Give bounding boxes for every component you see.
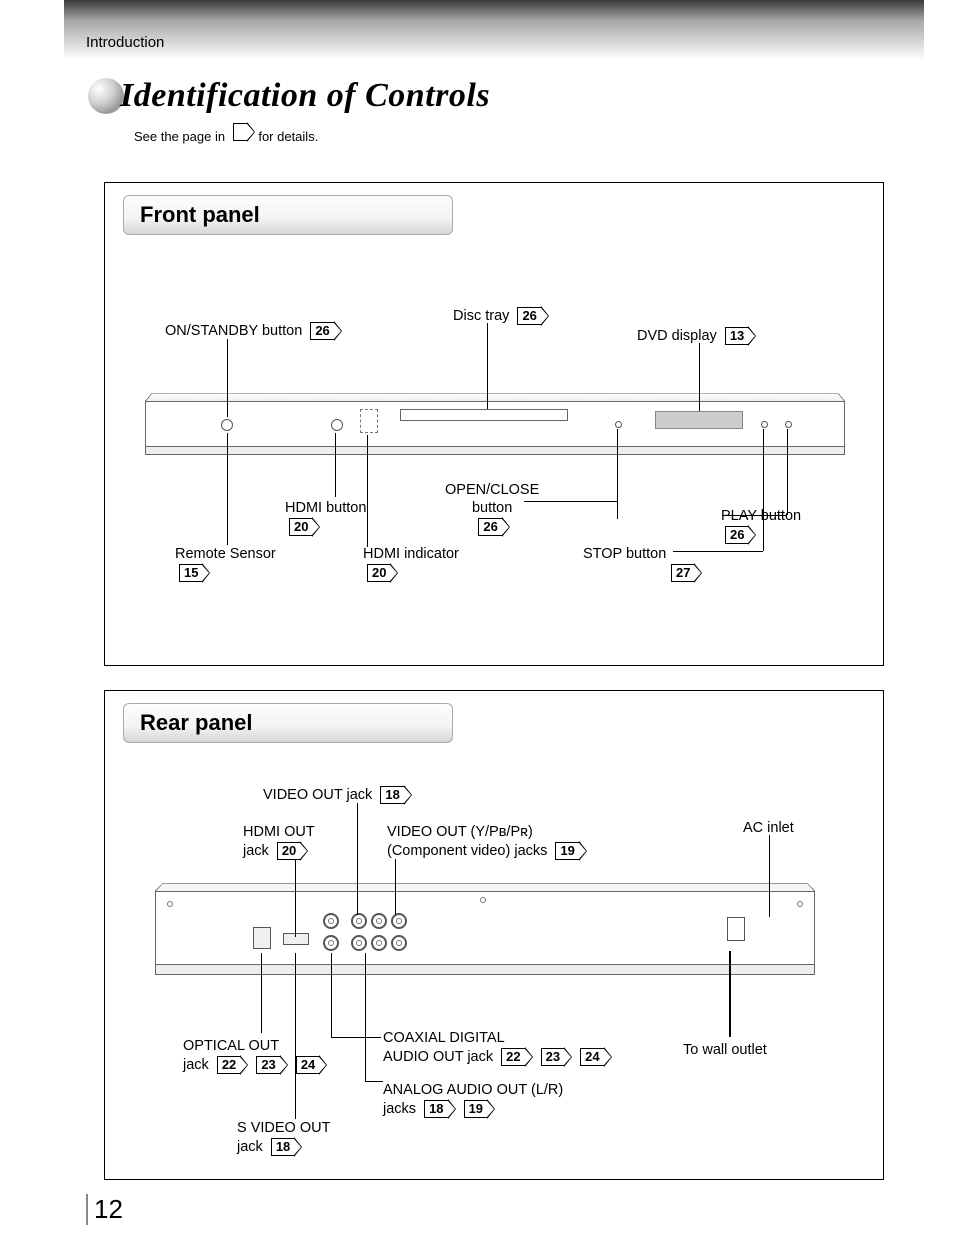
subtitle-after: for details. (258, 129, 318, 144)
ac-inlet-icon (727, 917, 745, 941)
page-title-wrap: Identification of Controls (86, 76, 490, 116)
audio-r-icon (371, 935, 387, 951)
page-ref-example-icon (233, 122, 255, 142)
component-pr-icon (391, 935, 407, 951)
hdmi-button-icon (331, 419, 343, 431)
header-gradient (64, 0, 924, 60)
label-to-wall-outlet: To wall outlet (683, 1041, 767, 1059)
label-disc-tray: Disc tray 26 (453, 306, 549, 326)
label-hdmi-button: HDMI button 20 (285, 499, 366, 537)
page-number: 12 (86, 1194, 123, 1225)
label-svideo-out: S VIDEO OUT jack 18 (237, 1119, 330, 1157)
label-play-button: PLAY button 26 (721, 507, 801, 545)
disc-tray-icon (400, 409, 568, 421)
label-hdmi-indicator: HDMI indicator 20 (363, 545, 459, 583)
label-hdmi-out: HDMI OUT jack 20 (243, 823, 315, 861)
open-close-button-icon (615, 421, 622, 428)
page-title: Identification of Controls (120, 77, 490, 115)
label-open-close: OPEN/CLOSE button 26 (445, 481, 539, 537)
power-cord-icon (729, 951, 731, 1037)
page-subtitle: See the page in for details. (134, 122, 318, 144)
coax-jack-icon (323, 935, 339, 951)
label-analog-audio: ANALOG AUDIO OUT (L/R) jacks 18 19 (383, 1081, 563, 1119)
video-jack-icon (351, 913, 367, 929)
svideo-jack-icon (323, 913, 339, 929)
device-rear-drawing (155, 877, 815, 981)
play-button-icon (785, 421, 792, 428)
label-video-out: VIDEO OUT jack 18 (263, 785, 412, 805)
rear-panel-diagram: VIDEO OUT jack 18 HDMI OUT jack 20 VIDEO… (105, 691, 883, 1179)
remote-sensor-icon (360, 409, 378, 433)
front-panel-box: Front panel ON/STANDBY button 26 Disc tr… (104, 182, 884, 666)
device-front-drawing (145, 389, 845, 459)
stop-button-icon (761, 421, 768, 428)
front-panel-diagram: ON/STANDBY button 26 Disc tray 26 DVD di… (105, 183, 883, 665)
component-y-icon (371, 913, 387, 929)
label-stop-button: STOP button 27 (583, 545, 702, 583)
label-on-standby: ON/STANDBY button 26 (165, 321, 342, 341)
label-coax-out: COAXIAL DIGITAL AUDIO OUT jack 22 23 24 (383, 1029, 612, 1067)
label-remote-sensor: Remote Sensor 15 (175, 545, 276, 583)
label-optical-out: OPTICAL OUT jack 22 23 24 (183, 1037, 327, 1075)
subtitle-before: See the page in (134, 129, 229, 144)
on-standby-button-icon (221, 419, 233, 431)
dvd-display-icon (655, 411, 743, 429)
section-label: Introduction (86, 34, 164, 51)
rear-panel-box: Rear panel VIDEO OUT jack 18 HDMI OUT ja… (104, 690, 884, 1180)
label-dvd-display: DVD display 13 (637, 326, 756, 346)
component-pb-icon (391, 913, 407, 929)
label-component: VIDEO OUT (Y/Pʙ/Pʀ) (Component video) ja… (387, 823, 587, 861)
optical-jack-icon (253, 927, 271, 949)
hdmi-jack-icon (283, 933, 309, 945)
audio-l-icon (351, 935, 367, 951)
